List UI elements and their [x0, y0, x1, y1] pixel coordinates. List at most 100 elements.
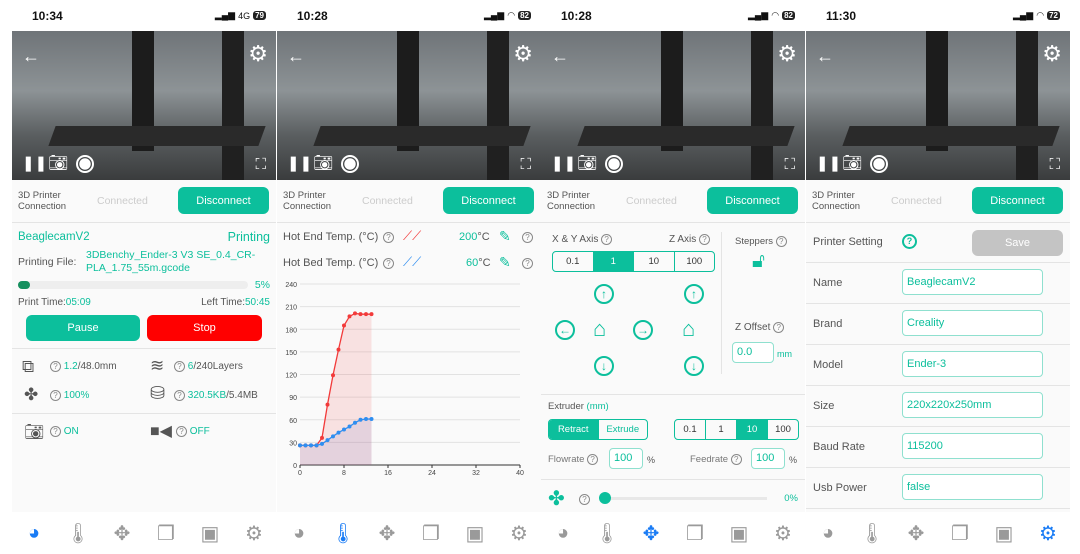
disconnect-button[interactable]: Disconnect: [178, 187, 269, 214]
feedrate-input[interactable]: 100: [751, 448, 785, 469]
setting-input[interactable]: Creality: [902, 310, 1043, 336]
step-option[interactable]: 1: [592, 252, 633, 271]
thermometer-icon[interactable]: 🌡︎: [328, 521, 358, 546]
pause-icon[interactable]: ❚❚: [551, 155, 576, 173]
step-option[interactable]: 100: [673, 252, 715, 271]
extrude-button[interactable]: Extrude: [597, 420, 648, 439]
move-icon[interactable]: ✥: [107, 521, 137, 546]
fan-slider[interactable]: [601, 497, 767, 500]
settings-icon[interactable]: ⚙: [239, 521, 269, 546]
files-icon[interactable]: ❐: [151, 521, 181, 546]
back-arrow-icon[interactable]: ←: [551, 47, 569, 65]
record-icon[interactable]: [870, 155, 888, 173]
move-icon[interactable]: ✥: [901, 521, 931, 546]
z-offset-input[interactable]: 0.0: [732, 342, 774, 363]
help-icon[interactable]: ?: [579, 494, 590, 505]
setting-input[interactable]: BeaglecamV2: [902, 269, 1043, 295]
help-icon[interactable]: ?: [522, 258, 533, 269]
setting-input[interactable]: 115200: [902, 433, 1043, 459]
pause-icon[interactable]: ❚❚: [287, 155, 312, 173]
thermometer-icon[interactable]: 🌡︎: [592, 521, 622, 546]
y-tick-label: 0: [293, 463, 297, 470]
video-file-icon[interactable]: ▣: [195, 521, 225, 546]
home-xy-icon[interactable]: ⌂: [593, 318, 606, 340]
y-down-button[interactable]: ↓: [594, 356, 614, 376]
back-arrow-icon[interactable]: ←: [287, 47, 305, 65]
gear-icon[interactable]: ⚙: [777, 43, 797, 65]
gear-icon[interactable]: ⚙: [513, 43, 533, 65]
video-file-icon[interactable]: ▣: [460, 521, 490, 546]
video-file-icon[interactable]: ▣: [724, 521, 754, 546]
record-icon[interactable]: [605, 155, 623, 173]
video-file-icon[interactable]: ▣: [989, 521, 1019, 546]
bottom-nav: ◕ 🌡︎ ✥ ❐ ▣ ⚙: [541, 512, 805, 554]
back-arrow-icon[interactable]: ←: [22, 47, 40, 65]
help-icon[interactable]: ?: [383, 232, 394, 243]
battery-indicator: 72: [1047, 11, 1060, 20]
flowrate-input[interactable]: 100: [609, 448, 643, 469]
ext-step-option[interactable]: 10: [736, 420, 767, 439]
y-tick-label: 90: [289, 395, 297, 402]
save-button[interactable]: Save: [972, 230, 1063, 256]
snapshot-camera-icon[interactable]: 📷︎: [842, 155, 862, 173]
signal-icon: ▂▄▆: [1013, 10, 1034, 20]
fullscreen-icon[interactable]: ⛶: [255, 156, 266, 174]
z-up-button[interactable]: ↑: [684, 284, 704, 304]
gear-icon[interactable]: ⚙: [248, 43, 268, 65]
edit-pencil-icon[interactable]: ✎: [499, 254, 511, 271]
edit-pencil-icon[interactable]: ✎: [499, 228, 511, 245]
record-icon[interactable]: [341, 155, 359, 173]
y-up-button[interactable]: ↑: [594, 284, 614, 304]
disconnect-button[interactable]: Disconnect: [707, 187, 798, 214]
snapshot-camera-icon[interactable]: 📷︎: [313, 155, 333, 173]
move-icon[interactable]: ✥: [372, 521, 402, 546]
settings-icon[interactable]: ⚙: [1033, 521, 1063, 546]
ext-step-option[interactable]: 1: [705, 420, 736, 439]
files-icon[interactable]: ❐: [680, 521, 710, 546]
x-right-button[interactable]: →: [633, 320, 653, 340]
disconnect-button[interactable]: Disconnect: [972, 187, 1063, 214]
home-z-icon[interactable]: ⌂: [682, 318, 695, 340]
pause-icon[interactable]: ❚❚: [816, 155, 841, 173]
left-time-label: Left Time:: [201, 297, 245, 308]
dashboard-icon[interactable]: ◕: [813, 522, 843, 545]
dashboard-icon[interactable]: ◕: [548, 522, 578, 545]
thermometer-icon[interactable]: 🌡︎: [857, 521, 887, 546]
setting-input[interactable]: 220x220x250mm: [902, 392, 1043, 418]
step-option[interactable]: 0.1: [553, 252, 593, 271]
dashboard-icon[interactable]: ◕: [19, 522, 49, 545]
help-icon[interactable]: ?: [383, 258, 394, 269]
battery-indicator: 82: [518, 11, 531, 20]
move-icon[interactable]: ✥: [636, 521, 666, 546]
pause-button[interactable]: Pause: [26, 315, 140, 341]
settings-icon[interactable]: ⚙: [768, 521, 798, 546]
x-left-button[interactable]: ←: [555, 320, 575, 340]
setting-input[interactable]: false: [902, 474, 1043, 500]
z-down-button[interactable]: ↓: [684, 356, 704, 376]
help-icon[interactable]: ?: [522, 232, 533, 243]
gear-icon[interactable]: ⚙: [1042, 43, 1062, 65]
pause-icon[interactable]: ❚❚: [22, 155, 47, 173]
snapshot-camera-icon[interactable]: 📷︎: [577, 155, 597, 173]
fullscreen-icon[interactable]: ⛶: [1049, 156, 1060, 174]
disconnect-button[interactable]: Disconnect: [443, 187, 534, 214]
snapshot-camera-icon[interactable]: 📷︎: [48, 155, 68, 173]
settings-icon[interactable]: ⚙: [504, 521, 534, 546]
stop-button[interactable]: Stop: [147, 315, 262, 341]
setting-input[interactable]: Ender-3: [902, 351, 1043, 377]
thermometer-icon[interactable]: 🌡︎: [63, 521, 93, 546]
step-option[interactable]: 10: [633, 252, 674, 271]
help-icon[interactable]: ?: [902, 234, 917, 249]
ext-step-option[interactable]: 100: [767, 420, 798, 439]
back-arrow-icon[interactable]: ←: [816, 47, 834, 65]
files-icon[interactable]: ❐: [945, 521, 975, 546]
files-icon[interactable]: ❐: [416, 521, 446, 546]
record-icon[interactable]: [76, 155, 94, 173]
unlock-icon[interactable]: 🔓︎: [752, 250, 765, 273]
fan-slider-thumb[interactable]: [599, 492, 611, 504]
retract-button[interactable]: Retract: [549, 420, 598, 439]
ext-step-option[interactable]: 0.1: [675, 420, 705, 439]
fullscreen-icon[interactable]: ⛶: [784, 156, 795, 174]
fullscreen-icon[interactable]: ⛶: [520, 156, 531, 174]
dashboard-icon[interactable]: ◕: [284, 522, 314, 545]
